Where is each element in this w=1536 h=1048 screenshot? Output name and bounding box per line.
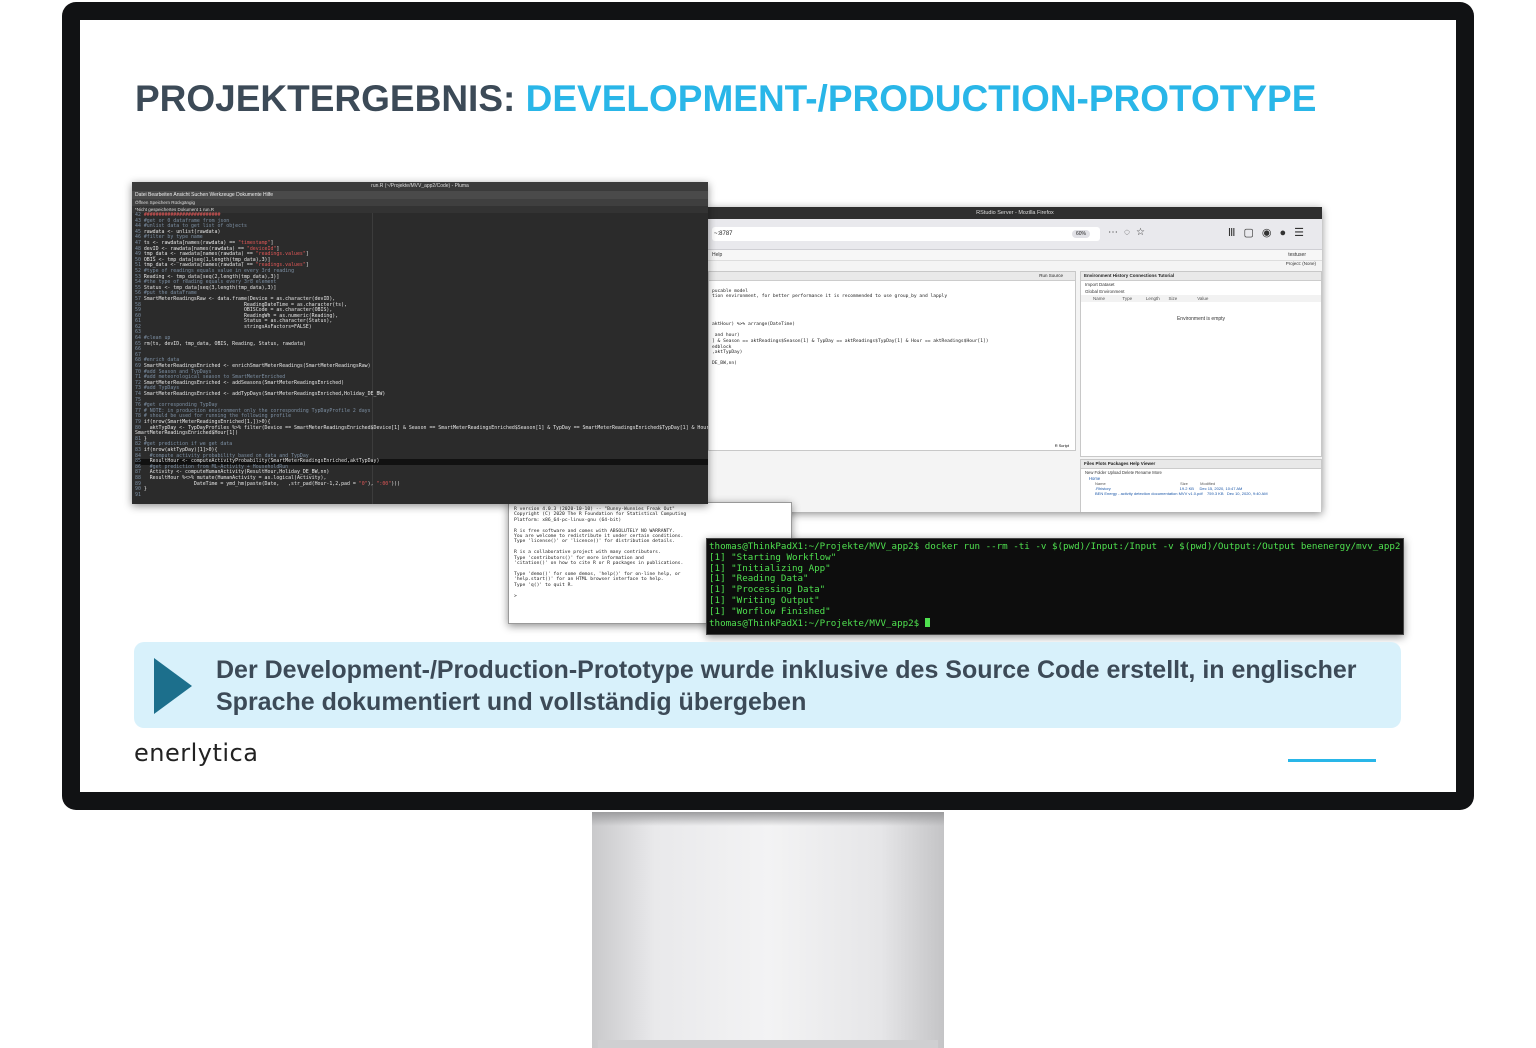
terminal-window: thomas@ThinkPadX1:~/Projekte/MVV_app2$ d…	[706, 538, 1404, 635]
rstudio-window: RStudio Server - Mozilla Firefox ~:8787 …	[708, 207, 1322, 512]
source-code[interactable]: pucable model tion environment, for bett…	[709, 281, 1075, 369]
terminal-line-5: [1] "Writing Output"	[709, 594, 820, 606]
editor-menubar[interactable]: Datei Bearbeiten Ansicht Suchen Werkzeug…	[132, 191, 708, 199]
terminal-command: thomas@ThinkPadX1:~/Projekte/MVV_app2$ d…	[709, 541, 1401, 552]
address-bar[interactable]: ~:8787 60%	[712, 227, 1100, 241]
import-dataset-button[interactable]: Import Dataset	[1081, 281, 1321, 288]
editor-title-bar: run.R (~/Projekte/MVV_app2/Code) - Pluma	[132, 182, 708, 191]
terminal-prompt: thomas@ThinkPadX1:~/Projekte/MVV_app2$	[709, 617, 925, 629]
global-environment-select[interactable]: Global Environment	[1081, 288, 1321, 295]
rstudio-title-bar: RStudio Server - Mozilla Firefox	[708, 207, 1322, 219]
terminal-line-4: [1] "Processing Data"	[709, 584, 826, 596]
firefox-toolbar: ~:8787 60% ⋯◌☆ Ⅲ▢◉●☰	[708, 219, 1322, 250]
menu-help[interactable]: Help	[712, 252, 722, 258]
page-action-icons[interactable]: ⋯◌☆	[1108, 227, 1151, 238]
terminal-line-2: [1] "Initializing App"	[709, 562, 831, 574]
summary-callout: Der Development-/Production-Prototype wu…	[134, 642, 1401, 728]
address-text: ~:8787	[714, 231, 733, 237]
pluma-editor-window: run.R (~/Projekte/MVV_app2/Code) - Pluma…	[132, 182, 708, 504]
enerlytica-logo: enerlytica	[134, 739, 259, 767]
accent-line	[1288, 759, 1376, 762]
user-label: testuser	[1288, 252, 1306, 258]
files-tabs[interactable]: Files Plots Packages Help Viewer	[1081, 460, 1321, 469]
source-pane: Run Source pucable model tion environmen…	[708, 271, 1076, 451]
stand-foot	[598, 1040, 938, 1048]
terminal-line-6: [1] "Worflow Finished"	[709, 605, 831, 617]
script-type: R Script	[1054, 443, 1069, 448]
environment-tabs[interactable]: Environment History Connections Tutorial	[1081, 272, 1321, 281]
files-pane: Files Plots Packages Help Viewer New Fol…	[1080, 459, 1322, 512]
title-prefix: PROJEKTERGEBNIS:	[135, 78, 526, 119]
environment-columns: Name Type Length Size Value	[1081, 295, 1321, 302]
terminal-output[interactable]: thomas@ThinkPadX1:~/Projekte/MVV_app2$ d…	[707, 539, 1403, 632]
slide-title: PROJEKTERGEBNIS: DEVELOPMENT-/PRODUCTION…	[135, 78, 1316, 120]
slide-screen: PROJEKTERGEBNIS: DEVELOPMENT-/PRODUCTION…	[80, 20, 1456, 792]
zoom-level[interactable]: 60%	[1071, 230, 1090, 238]
terminal-line-1: [1] "Starting Workflow"	[709, 551, 837, 563]
callout-text: Der Development-/Production-Prototype wu…	[216, 656, 1357, 716]
file-row-documentation[interactable]: BEN Energy - activity detection document…	[1081, 491, 1321, 496]
environment-empty-message: Environment is empty	[1176, 316, 1226, 322]
browser-menu-icons[interactable]: Ⅲ▢◉●☰	[1228, 226, 1312, 239]
environment-pane: Environment History Connections Tutorial…	[1080, 271, 1322, 457]
source-toolbar[interactable]: Run Source	[709, 272, 1075, 281]
play-arrow-icon	[154, 658, 192, 714]
editor-code[interactable]: 42 ########################## 43 #get or…	[132, 212, 708, 504]
terminal-line-3: [1] "Reading Data"	[709, 573, 809, 585]
title-highlight: DEVELOPMENT-/PRODUCTION-PROTOTYPE	[525, 78, 1317, 119]
stand-shadow	[592, 812, 944, 826]
files-toolbar[interactable]: New Folder Upload Delete Rename More	[1081, 469, 1321, 476]
rstudio-menubar: Help testuser	[708, 250, 1322, 261]
editor-toolbar[interactable]: Öffnen Speichern Rückgängig	[132, 199, 708, 206]
terminal-cursor	[924, 617, 930, 627]
project-menu[interactable]: Project: (None)	[1286, 261, 1316, 266]
monitor-stand	[592, 812, 944, 1048]
